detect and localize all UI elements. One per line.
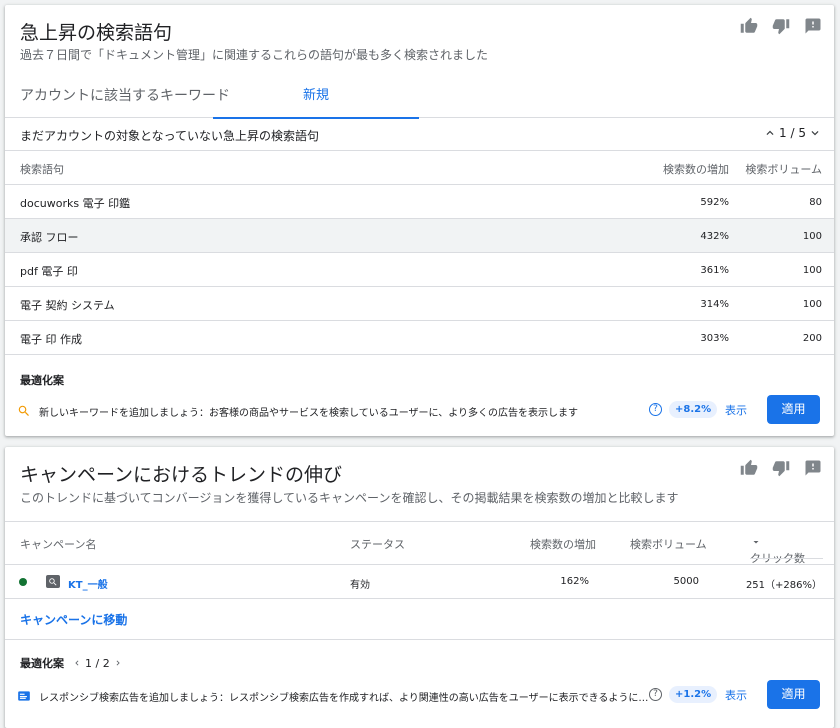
thumb-down-icon[interactable]: [772, 17, 790, 35]
go-to-campaigns-link[interactable]: キャンペーンに移動: [20, 611, 127, 628]
optimization-pager: 1 / 2: [72, 657, 123, 670]
chevron-left-icon[interactable]: [72, 658, 82, 668]
search-campaign-icon: [46, 575, 60, 588]
feedback-icons: [740, 459, 822, 477]
pager-text: 1 / 5: [779, 126, 806, 140]
volume-cell: 100: [802, 299, 822, 310]
column-header-term: 検索語句: [20, 163, 64, 176]
table-row[interactable]: KT_一般 有効 162% 5000 251（+286%）: [5, 565, 834, 599]
card-title: キャンペーンにおけるトレンドの伸び: [20, 464, 343, 486]
volume-cell: 5000: [673, 576, 699, 587]
divider: [5, 639, 834, 640]
card-title: 急上昇の検索語句: [20, 22, 173, 44]
tab-new-label: 新規: [302, 88, 329, 103]
card-subtitle: このトレンドに基づいてコンバージョンを獲得しているキャンペーンを確認し、その掲載…: [20, 491, 679, 505]
growth-cell: 592%: [700, 197, 729, 208]
column-header-clicks[interactable]: クリック数: [750, 536, 805, 565]
recommendation-row: 新しいキーワードを追加しましょう：お客様の商品やサービスを検索しているユーザーに…: [5, 395, 834, 425]
column-header-status: ステータス: [350, 538, 405, 551]
recommendation-row: レスポンシブ検索広告を追加しましょう：レスポンシブ検索広告を作成すれば、より関連…: [5, 680, 834, 710]
term-cell: docuworks 電子 印鑑: [20, 197, 131, 210]
term-cell: 承認 フロー: [20, 231, 79, 244]
optimization-header: 最適化案 1 / 2: [20, 655, 123, 671]
pager: 1 / 5: [763, 126, 822, 140]
growth-cell: 314%: [700, 299, 729, 310]
column-header-campaign: キャンペーン名: [20, 538, 97, 551]
column-header-growth: 検索数の増加: [663, 163, 729, 176]
recommendation-text: 新しいキーワードを追加しましょう：お客様の商品やサービスを検索しているユーザーに…: [39, 408, 578, 419]
help-icon[interactable]: ?: [649, 403, 662, 416]
help-icon[interactable]: ?: [649, 688, 662, 701]
apply-button[interactable]: 適用: [767, 395, 820, 424]
ad-icon: [17, 688, 31, 702]
table-row[interactable]: docuworks 電子 印鑑 592% 80: [5, 185, 834, 219]
trending-search-terms-card: 急上昇の検索語句 過去７日間で「ドキュメント管理」に関連するこれらの語句が最も多…: [5, 5, 834, 436]
apply-button[interactable]: 適用: [767, 680, 820, 709]
optimization-title: 最適化案: [20, 657, 64, 670]
table-row[interactable]: 承認 フロー 432% 100: [5, 219, 834, 253]
campaign-trend-growth-card: キャンペーンにおけるトレンドの伸び このトレンドに基づいてコンバージョンを獲得し…: [5, 447, 834, 728]
sort-down-icon: [753, 541, 759, 544]
feedback-icons: [740, 17, 822, 35]
growth-cell: 432%: [700, 231, 729, 242]
feedback-icon[interactable]: [804, 459, 822, 477]
section-label: まだアカウントの対象となっていない急上昇の検索語句: [20, 129, 320, 143]
feedback-icon[interactable]: [804, 17, 822, 35]
status-cell: 有効: [350, 580, 370, 591]
clicks-cell: 251（+286%）: [745, 580, 822, 591]
table-row[interactable]: 電子 契約 システム 314% 100: [5, 287, 834, 321]
search-icon: [17, 403, 31, 417]
growth-cell: 162%: [560, 576, 589, 587]
view-link[interactable]: 表示: [725, 402, 747, 418]
table-header: 検索語句 検索数の増加 検索ボリューム: [5, 151, 834, 185]
optimization-score-badge: +8.2%: [669, 401, 718, 418]
chevron-up-icon[interactable]: [763, 126, 777, 140]
term-cell: 電子 契約 システム: [20, 299, 115, 312]
column-header-growth: 検索数の増加: [530, 538, 596, 551]
thumb-up-icon[interactable]: [740, 17, 758, 35]
volume-cell: 100: [802, 265, 822, 276]
optimization-title: 最適化案: [20, 374, 64, 387]
section-header: まだアカウントの対象となっていない急上昇の検索語句 1 / 5: [5, 118, 834, 151]
growth-cell: 303%: [700, 333, 729, 344]
column-header-volume: 検索ボリューム: [745, 163, 822, 176]
view-link[interactable]: 表示: [725, 687, 747, 703]
volume-cell: 80: [809, 197, 822, 208]
status-enabled-dot: [19, 578, 27, 586]
chevron-right-icon[interactable]: [113, 658, 123, 668]
table-row[interactable]: 電子 印 作成 303% 200: [5, 321, 834, 355]
term-cell: 電子 印 作成: [20, 333, 82, 346]
sort-underline: [750, 558, 823, 559]
tab-account-keywords[interactable]: アカウントに該当するキーワード: [20, 81, 230, 118]
thumb-up-icon[interactable]: [740, 459, 758, 477]
growth-cell: 361%: [700, 265, 729, 276]
volume-cell: 200: [802, 333, 822, 344]
tab-new[interactable]: 新規: [213, 81, 419, 119]
column-header-volume: 検索ボリューム: [630, 538, 707, 551]
tab-bar: アカウントに該当するキーワード 新規: [5, 81, 834, 119]
recommendation-text: レスポンシブ検索広告を追加しましょう：レスポンシブ検索広告を作成すれば、より関連…: [39, 693, 649, 704]
thumb-down-icon[interactable]: [772, 459, 790, 477]
chevron-down-icon[interactable]: [808, 126, 822, 140]
card-subtitle: 過去７日間で「ドキュメント管理」に関連するこれらの語句が最も多く検索されました: [20, 48, 489, 62]
term-cell: pdf 電子 印: [20, 265, 78, 278]
volume-cell: 100: [802, 231, 822, 242]
table-header: キャンペーン名 ステータス 検索数の増加 検索ボリューム クリック数: [5, 521, 834, 565]
table-row[interactable]: pdf 電子 印 361% 100: [5, 253, 834, 287]
optimization-score-badge: +1.2%: [669, 686, 718, 703]
optimization-pager-text: 1 / 2: [85, 656, 110, 670]
campaign-name-link[interactable]: KT_一般: [68, 576, 108, 591]
